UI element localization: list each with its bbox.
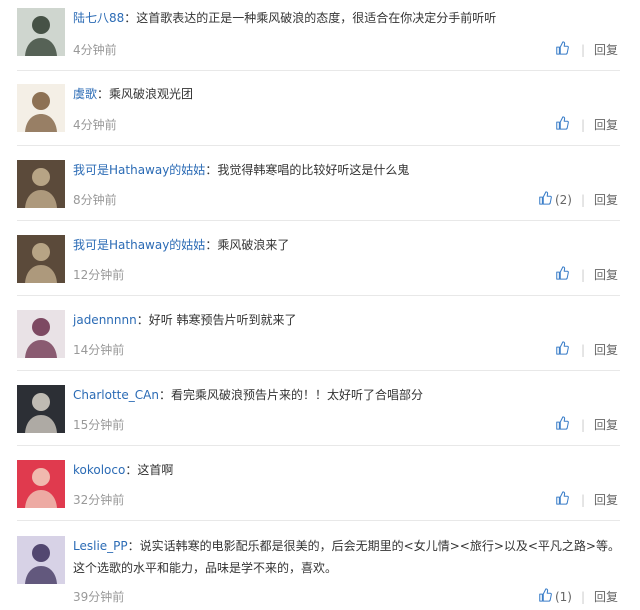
comment-actions: | 回复 (555, 116, 618, 133)
colon: ： (205, 163, 218, 177)
username-link[interactable]: 陆七八88 (73, 11, 124, 25)
avatar[interactable] (17, 8, 65, 56)
comment-actions: | 回复 (555, 341, 618, 358)
thumbs-up-icon (538, 588, 552, 605)
comment-text: 陆七八88：这首歌表达的正是一种乘风破浪的态度，很适合在你决定分手前听听 (73, 7, 628, 29)
divider (17, 520, 620, 521)
thumbs-up-icon (555, 266, 569, 283)
avatar[interactable] (17, 310, 65, 358)
reply-button[interactable]: 回复 (594, 491, 618, 508)
avatar[interactable] (17, 460, 65, 508)
comment-text: Charlotte_CAn：看完乘风破浪预告片来的！！太好听了合唱部分 (73, 384, 628, 406)
username-link[interactable]: jadennnnn (73, 313, 137, 327)
username-link[interactable]: 我可是Hathaway的姑姑 (73, 163, 205, 177)
avatar[interactable] (17, 84, 65, 132)
colon: ： (97, 87, 110, 101)
timestamp: 12分钟前 (73, 268, 125, 282)
divider (17, 445, 620, 446)
thumbs-up-icon (555, 416, 569, 433)
like-button[interactable]: (1) (538, 588, 572, 605)
comment-body: 这首歌表达的正是一种乘风破浪的态度，很适合在你决定分手前听听 (136, 11, 497, 25)
divider (17, 220, 620, 221)
comment-body: 这首啊 (137, 463, 174, 477)
divider (17, 295, 620, 296)
timestamp: 14分钟前 (73, 343, 125, 357)
reply-button[interactable]: 回复 (594, 116, 618, 133)
comment-text: Leslie_PP：说实话韩寒的电影配乐都是很美的，后会无期里的<女儿情><旅行… (73, 535, 628, 579)
separator: | (580, 42, 585, 57)
reply-button[interactable]: 回复 (594, 341, 618, 358)
username-link[interactable]: kokoloco (73, 463, 125, 477)
separator: | (580, 417, 585, 432)
comment-body: 乘风破浪观光团 (109, 87, 194, 101)
comment-text: jadennnnn：好听 韩寒预告片听到就来了 (73, 309, 628, 331)
username-link[interactable]: Leslie_PP (73, 539, 128, 553)
like-count: (2) (554, 192, 572, 207)
comment-text: 我可是Hathaway的姑姑：我觉得韩寒唱的比较好听这是什么鬼 (73, 159, 628, 181)
username-link[interactable]: Charlotte_CAn (73, 388, 159, 402)
like-button[interactable] (555, 491, 572, 508)
comment-text: 我可是Hathaway的姑姑：乘风破浪来了 (73, 234, 628, 256)
reply-button[interactable]: 回复 (594, 416, 618, 433)
colon: ： (136, 313, 149, 327)
avatar[interactable] (17, 385, 65, 433)
comment-actions: (2) | 回复 (538, 191, 618, 208)
timestamp: 4分钟前 (73, 118, 117, 132)
timestamp: 8分钟前 (73, 193, 117, 207)
separator: | (580, 342, 585, 357)
comment-body: 我觉得韩寒唱的比较好听这是什么鬼 (217, 163, 410, 177)
separator: | (580, 492, 585, 507)
like-button[interactable]: (2) (538, 191, 572, 208)
avatar[interactable] (17, 235, 65, 283)
timestamp: 15分钟前 (73, 418, 125, 432)
separator: | (580, 117, 585, 132)
colon: ： (127, 539, 140, 553)
thumbs-up-icon (555, 491, 569, 508)
colon: ： (205, 238, 218, 252)
comment-body: 好听 韩寒预告片听到就来了 (148, 313, 297, 327)
username-link[interactable]: 我可是Hathaway的姑姑 (73, 238, 205, 252)
reply-button[interactable]: 回复 (594, 266, 618, 283)
reply-button[interactable]: 回复 (594, 191, 618, 208)
thumbs-up-icon (538, 191, 552, 208)
like-button[interactable] (555, 416, 572, 433)
username-link[interactable]: 虞歌 (73, 87, 97, 101)
comment-body: 乘风破浪来了 (217, 238, 290, 252)
divider (17, 70, 620, 71)
separator: | (580, 267, 585, 282)
thumbs-up-icon (555, 41, 569, 58)
like-button[interactable] (555, 41, 572, 58)
like-button[interactable] (555, 341, 572, 358)
colon: ： (158, 388, 171, 402)
reply-button[interactable]: 回复 (594, 41, 618, 58)
like-button[interactable] (555, 116, 572, 133)
timestamp: 32分钟前 (73, 493, 125, 507)
timestamp: 4分钟前 (73, 43, 117, 57)
divider (17, 370, 620, 371)
comment-actions: | 回复 (555, 416, 618, 433)
thumbs-up-icon (555, 341, 569, 358)
colon: ： (124, 11, 137, 25)
like-button[interactable] (555, 266, 572, 283)
separator: | (580, 192, 585, 207)
comment-body: 看完乘风破浪预告片来的！！太好听了合唱部分 (170, 388, 423, 402)
comment-text: 虞歌：乘风破浪观光团 (73, 83, 628, 105)
comment-text: kokoloco：这首啊 (73, 459, 628, 481)
avatar[interactable] (17, 536, 65, 584)
separator: | (580, 589, 585, 604)
avatar[interactable] (17, 160, 65, 208)
comment-actions: | 回复 (555, 41, 618, 58)
comment-actions: | 回复 (555, 266, 618, 283)
comment-actions: (1) | 回复 (538, 588, 618, 605)
comment-body: 说实话韩寒的电影配乐都是很美的，后会无期里的<女儿情><旅行>以及<平凡之路>等… (73, 539, 620, 575)
reply-button[interactable]: 回复 (594, 588, 618, 605)
thumbs-up-icon (555, 116, 569, 133)
comment-actions: | 回复 (555, 491, 618, 508)
divider (17, 145, 620, 146)
like-count: (1) (554, 589, 572, 604)
timestamp: 39分钟前 (73, 590, 125, 604)
colon: ： (125, 463, 138, 477)
